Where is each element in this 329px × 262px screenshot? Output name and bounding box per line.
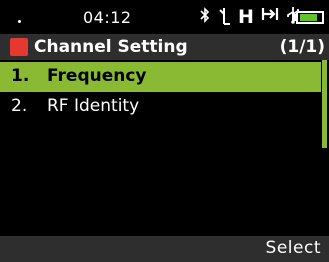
status-time: 04:12 [83, 8, 132, 27]
battery-level [300, 14, 317, 21]
select-softkey[interactable]: Select [266, 238, 321, 258]
menu-item-label: RF Identity [47, 96, 140, 116]
page-indicator: (1/1) [279, 37, 325, 57]
menu-item-frequency[interactable]: 1. Frequency [0, 62, 321, 92]
signal-dot-icon [18, 20, 21, 23]
red-marker-icon [10, 38, 28, 56]
call-forward-icon [261, 6, 279, 28]
menu-item-label: Frequency [47, 66, 147, 86]
scrollbar[interactable] [322, 60, 327, 148]
hspa-icon: H [238, 6, 254, 28]
status-icons: H [200, 6, 300, 28]
page-title: Channel Setting [34, 37, 188, 57]
title-bar: Channel Setting (1/1) [0, 34, 329, 60]
antenna-icon [217, 6, 231, 28]
menu-item-rf-identity[interactable]: 2. RF Identity [0, 92, 321, 122]
battery-icon [296, 11, 324, 24]
softkey-bar: Select [0, 236, 329, 262]
status-bar: 04:12 H [0, 0, 329, 34]
menu-item-number: 1. [11, 66, 30, 86]
menu-item-number: 2. [11, 96, 28, 116]
bluetooth-icon [200, 6, 210, 28]
